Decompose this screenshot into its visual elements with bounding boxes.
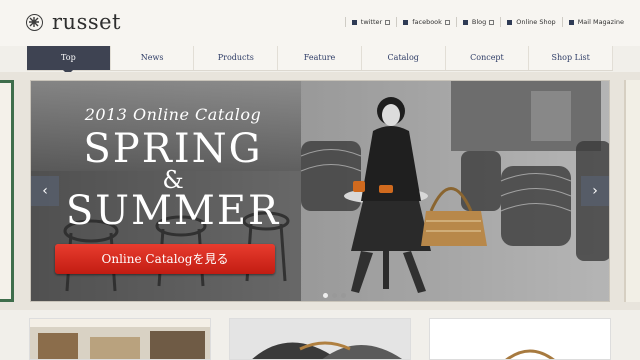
utility-link-twitter[interactable]: twitter [344, 17, 396, 27]
feature-card[interactable] [429, 318, 611, 360]
utility-link-blog[interactable]: Blog [455, 17, 500, 27]
bag-thumbnail [230, 319, 410, 359]
logo-emblem-icon [26, 13, 43, 31]
bullet-icon [507, 19, 513, 25]
utility-links: twitter facebook Blog Online Shop Mail M… [344, 17, 630, 27]
hero-slide[interactable]: 2013 Online Catalog SPRING & SUMMER Onli… [30, 80, 610, 302]
utility-link-online-shop[interactable]: Online Shop [500, 17, 561, 27]
tab-catalog[interactable]: Catalog [362, 46, 446, 70]
site-header: russet twitter facebook Blog Online Shop… [0, 0, 640, 46]
carousel-dot[interactable] [323, 293, 328, 298]
carousel-next-arrow-icon[interactable]: › [581, 176, 609, 206]
external-link-icon [444, 19, 450, 25]
prev-slide-peek[interactable] [0, 80, 14, 302]
external-link-icon [385, 19, 391, 25]
brand-logo[interactable]: russet [26, 10, 121, 34]
carousel-dot[interactable] [341, 293, 346, 298]
brand-name: russet [52, 10, 121, 34]
tab-products[interactable]: Products [194, 46, 279, 70]
feature-card[interactable] [229, 318, 411, 360]
hero-title-ampersand: & [162, 166, 184, 194]
product-thumbnail [430, 319, 610, 359]
tab-news[interactable]: News [111, 46, 195, 70]
hero-title-line2: SUMMER [65, 188, 281, 234]
utility-link-mail-magazine[interactable]: Mail Magazine [561, 17, 630, 27]
hero-title-line1: SPRING [83, 126, 263, 172]
tab-shop-list[interactable]: Shop List [529, 46, 614, 70]
carousel-dot[interactable] [332, 293, 337, 298]
hero-copy: 2013 Online Catalog SPRING & SUMMER [53, 105, 293, 232]
utility-link-facebook[interactable]: facebook [396, 17, 456, 27]
external-link-icon [489, 19, 495, 25]
bullet-icon [462, 19, 468, 25]
global-nav: Top News Products Feature Catalog Concep… [27, 46, 614, 75]
tab-feature[interactable]: Feature [278, 46, 362, 70]
carousel-prev-arrow-icon[interactable]: ‹ [31, 176, 59, 206]
catalog-heading: 2013 Online Catalog [84, 105, 262, 124]
tab-concept[interactable]: Concept [446, 46, 530, 70]
feature-cards [0, 318, 640, 360]
shop-interior-thumbnail [30, 319, 210, 359]
next-slide-peek[interactable] [624, 80, 640, 302]
online-catalog-button[interactable]: Online Catalogを見る [55, 244, 275, 274]
bullet-icon [403, 19, 409, 25]
carousel-dots [321, 293, 348, 298]
tab-top[interactable]: Top [27, 46, 111, 75]
bullet-icon [351, 19, 357, 25]
bullet-icon [568, 19, 574, 25]
feature-card[interactable] [29, 318, 211, 360]
